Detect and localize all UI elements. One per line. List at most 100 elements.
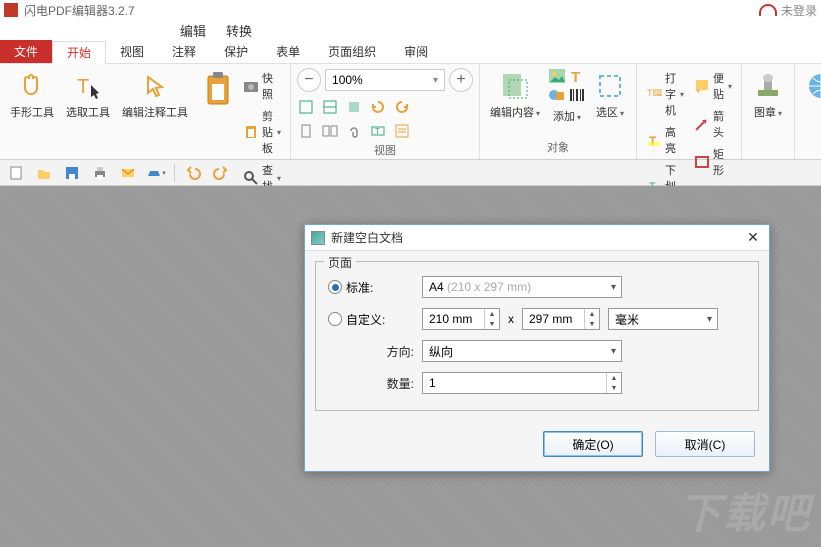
- undo-button[interactable]: [183, 163, 203, 183]
- svg-text:T: T: [571, 69, 580, 86]
- zoom-combo[interactable]: 100%: [325, 69, 445, 91]
- svg-text:T⌨: T⌨: [647, 88, 662, 98]
- add-dropdown[interactable]: 添加: [548, 104, 586, 126]
- unit-combo[interactable]: 毫米: [608, 308, 718, 330]
- add-barcode-icon[interactable]: [568, 86, 586, 104]
- clipboard-label: 剪贴板: [262, 108, 273, 156]
- print-button[interactable]: [90, 163, 110, 183]
- tab-form[interactable]: 表单: [262, 40, 314, 63]
- zoom-out-button[interactable]: −: [297, 68, 321, 92]
- highlight-button[interactable]: T 高亮: [643, 122, 687, 158]
- open-button[interactable]: [34, 163, 54, 183]
- view-group-label: 视图: [297, 140, 473, 158]
- dialog-close-button[interactable]: ✕: [743, 228, 763, 248]
- save-button[interactable]: [62, 163, 82, 183]
- stamp-button[interactable]: 图章: [748, 68, 788, 122]
- text-select-icon: T: [72, 70, 104, 102]
- tab-start[interactable]: 开始: [52, 41, 106, 64]
- radio-custom-input[interactable]: [328, 312, 342, 326]
- text-field-icon[interactable]: T: [369, 122, 387, 140]
- radio-standard[interactable]: 标准:: [328, 279, 414, 296]
- paste-button[interactable]: [200, 68, 236, 112]
- quantity-label: 数量:: [328, 375, 414, 392]
- width-spinner[interactable]: 210 mm ▲▼: [422, 308, 500, 330]
- snapshot-button[interactable]: 快照: [240, 68, 284, 104]
- edit-content-button[interactable]: 编辑内容: [486, 68, 544, 122]
- tab-comment[interactable]: 注释: [158, 40, 210, 63]
- paper-size-combo[interactable]: A4 (210 x 297 mm): [422, 276, 622, 298]
- edit-annot-tool-button[interactable]: 编辑注释工具: [118, 68, 192, 122]
- typewriter-button[interactable]: T⌨ 打字机: [643, 68, 687, 120]
- sticky-button[interactable]: 便贴: [691, 68, 735, 104]
- actual-size-icon[interactable]: [345, 98, 363, 116]
- group-object: 编辑内容 T 添加 选区 对象: [480, 64, 637, 159]
- edit-annot-label: 编辑注释工具: [122, 104, 188, 120]
- login-status[interactable]: 未登录: [759, 2, 817, 19]
- height-up[interactable]: ▲: [585, 309, 599, 319]
- height-spinner[interactable]: 297 mm ▲▼: [522, 308, 600, 330]
- qty-up[interactable]: ▲: [607, 373, 621, 383]
- fieldset-legend: 页面: [324, 254, 356, 271]
- app-title: 闪电PDF编辑器3.2.7: [24, 2, 135, 19]
- add-image-icon[interactable]: [548, 68, 566, 86]
- rect-button[interactable]: 矩形: [691, 144, 735, 180]
- add-text-icon[interactable]: T: [568, 68, 586, 86]
- width-down[interactable]: ▼: [485, 319, 499, 329]
- radio-standard-input[interactable]: [328, 280, 342, 294]
- rotate-right-icon[interactable]: [393, 98, 411, 116]
- scan-button[interactable]: ▾: [146, 163, 166, 183]
- fit-page-icon[interactable]: [297, 98, 315, 116]
- ribbon: 手形工具 T 选取工具 编辑注释工具 快照: [0, 64, 821, 160]
- add-shape-icon[interactable]: [548, 86, 566, 104]
- qty-down[interactable]: ▼: [607, 383, 621, 393]
- arrow-button[interactable]: 箭头: [691, 106, 735, 142]
- radio-custom[interactable]: 自定义:: [328, 311, 414, 328]
- arrow-icon: [694, 116, 710, 132]
- login-text: 未登录: [781, 2, 817, 19]
- stamp-group-label: [748, 153, 788, 155]
- width-up[interactable]: ▲: [485, 309, 499, 319]
- highlight-label: 高亮: [665, 124, 684, 156]
- menu-edit[interactable]: 编辑: [180, 21, 206, 40]
- height-down[interactable]: ▼: [585, 319, 599, 329]
- rect-icon: [694, 154, 710, 170]
- email-button[interactable]: [118, 163, 138, 183]
- search-icon: [243, 170, 259, 186]
- quantity-spinner[interactable]: 1 ▲▼: [422, 372, 622, 394]
- ok-button[interactable]: 确定(O): [543, 431, 643, 457]
- hand-tool-button[interactable]: 手形工具: [6, 68, 58, 122]
- zoom-in-button[interactable]: +: [449, 68, 473, 92]
- tab-page-org[interactable]: 页面组织: [314, 40, 390, 63]
- dialog-titlebar[interactable]: 新建空白文档 ✕: [305, 225, 769, 251]
- tab-file[interactable]: 文件: [0, 40, 52, 63]
- hand-icon: [16, 70, 48, 102]
- select-tool-button[interactable]: T 选取工具: [62, 68, 114, 122]
- tab-view[interactable]: 视图: [106, 40, 158, 63]
- clipboard-dropdown[interactable]: 剪贴板: [240, 106, 284, 158]
- ribbon-tabs: 文件 开始 视图 注释 保护 表单 页面组织 审阅: [0, 40, 821, 64]
- cancel-button[interactable]: 取消(C): [655, 431, 755, 457]
- rect-label: 矩形: [713, 146, 732, 178]
- custom-label: 自定义:: [346, 311, 385, 328]
- tab-review[interactable]: 审阅: [390, 40, 442, 63]
- tab-protect[interactable]: 保护: [210, 40, 262, 63]
- single-page-icon[interactable]: [297, 122, 315, 140]
- sticky-label: 便贴: [713, 70, 724, 102]
- orientation-label: 方向:: [328, 343, 414, 360]
- orientation-combo[interactable]: 纵向: [422, 340, 622, 362]
- form-icon[interactable]: [393, 122, 411, 140]
- new-button[interactable]: [6, 163, 26, 183]
- two-page-icon[interactable]: [321, 122, 339, 140]
- camera-icon: [243, 78, 259, 94]
- redo-button[interactable]: [211, 163, 231, 183]
- rotate-left-icon[interactable]: [369, 98, 387, 116]
- typewriter-label: 打字机: [665, 70, 676, 118]
- fit-width-icon[interactable]: [321, 98, 339, 116]
- attach-icon[interactable]: [345, 122, 363, 140]
- globe-button[interactable]: [801, 68, 821, 104]
- clipboard-small-icon: [243, 124, 259, 140]
- menu-convert[interactable]: 转换: [226, 21, 252, 40]
- arrow-label: 箭头: [713, 108, 732, 140]
- select-area-button[interactable]: 选区: [590, 68, 630, 122]
- dialog-icon: [311, 231, 325, 245]
